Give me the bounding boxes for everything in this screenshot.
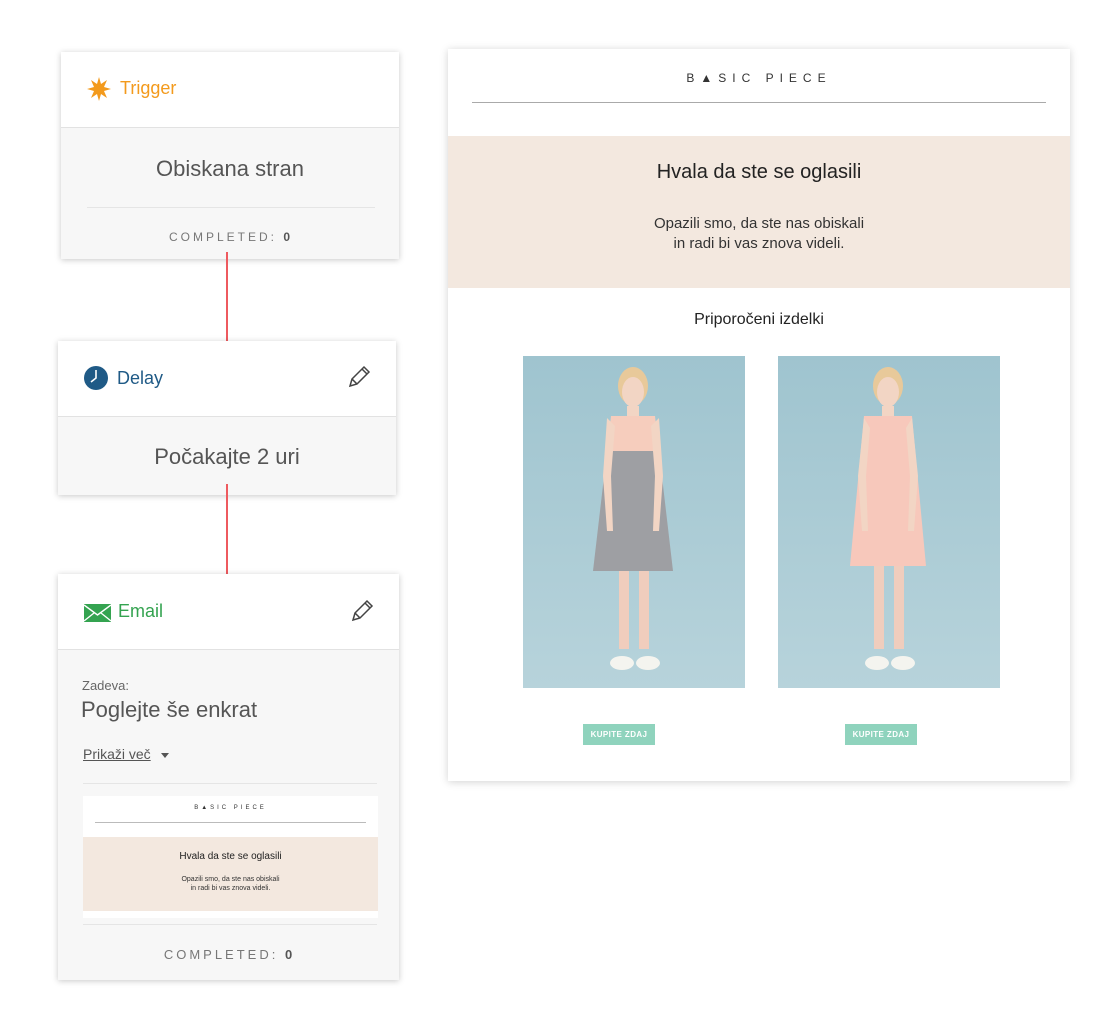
preview-line1: Opazili smo, da ste nas obiskali — [653, 215, 865, 232]
preview-brand: B▲SIC PIECE — [686, 71, 832, 85]
dress-model-illustration — [850, 367, 926, 670]
completed-count: 0 — [283, 230, 292, 244]
preview-heading: Hvala da ste se oglasili — [656, 161, 862, 183]
divider — [83, 924, 377, 925]
email-thumbnail[interactable]: B▲SIC PIECE Hvala da ste se oglasili Opa… — [83, 796, 378, 918]
caret-down-icon[interactable] — [160, 752, 169, 758]
divider — [87, 207, 375, 208]
trigger-title: Obiskana stran — [156, 156, 304, 181]
show-more-label[interactable]: Prikaži več — [83, 746, 151, 762]
buy-now-button[interactable]: KUPITE ZDAJ — [845, 724, 917, 745]
completed-count: 0 — [284, 947, 294, 962]
clock-icon — [84, 366, 108, 390]
trigger-label: Trigger — [120, 78, 177, 98]
completed-label: COMPLETED: — [168, 230, 277, 244]
completed-label: COMPLETED: — [163, 947, 279, 962]
email-card-header: Email — [58, 574, 399, 650]
email-preview: B▲SIC PIECE Hvala da ste se oglasili Opa… — [448, 49, 1070, 781]
dress-model-illustration — [593, 367, 673, 670]
product-image[interactable] — [778, 356, 1000, 688]
delay-title: Počakajte 2 uri — [154, 444, 300, 469]
product-image[interactable] — [523, 356, 745, 688]
divider — [95, 822, 366, 823]
subject-label: Zadeva: — [82, 678, 129, 693]
email-label: Email — [118, 601, 164, 621]
divider — [83, 783, 377, 784]
thumbnail-heading: Hvala da ste se oglasili — [179, 851, 282, 862]
delay-label: Delay — [117, 368, 164, 388]
trigger-card-header: Trigger — [61, 52, 399, 128]
buy-now-button[interactable]: KUPITE ZDAJ — [583, 724, 655, 745]
section-title: Priporočeni izdelki — [694, 311, 824, 328]
show-more-link[interactable]: Prikaži več — [83, 746, 169, 762]
subject-text: Poglejte še enkrat — [81, 697, 258, 722]
email-card[interactable]: Email Zadeva: Poglejte še enkrat Prikaži… — [58, 574, 399, 980]
preview-banner: Hvala da ste se oglasili Opazili smo, da… — [448, 136, 1070, 288]
envelope-icon — [83, 604, 112, 622]
preview-line2: in radi bi vas znova videli. — [673, 235, 845, 252]
trigger-card[interactable]: Trigger Obiskana stran COMPLETED: 0 — [61, 52, 399, 259]
delay-card[interactable]: Delay Počakajte 2 uri — [58, 341, 396, 495]
thumbnail-line1: Opazili smo, da ste nas obiskali — [181, 876, 280, 883]
delay-card-header: Delay — [58, 341, 396, 417]
trigger-completed: COMPLETED: 0 — [61, 230, 399, 244]
pencil-icon[interactable] — [346, 364, 372, 390]
thumbnail-line2: in radi bi vas znova videli. — [190, 885, 271, 892]
divider — [472, 102, 1046, 103]
pencil-icon[interactable] — [349, 598, 375, 624]
starburst-icon — [87, 77, 111, 101]
email-completed: COMPLETED: 0 — [58, 947, 399, 962]
thumbnail-banner: Hvala da ste se oglasili Opazili smo, da… — [83, 837, 378, 911]
thumbnail-brand: B▲SIC PIECE — [194, 805, 267, 811]
